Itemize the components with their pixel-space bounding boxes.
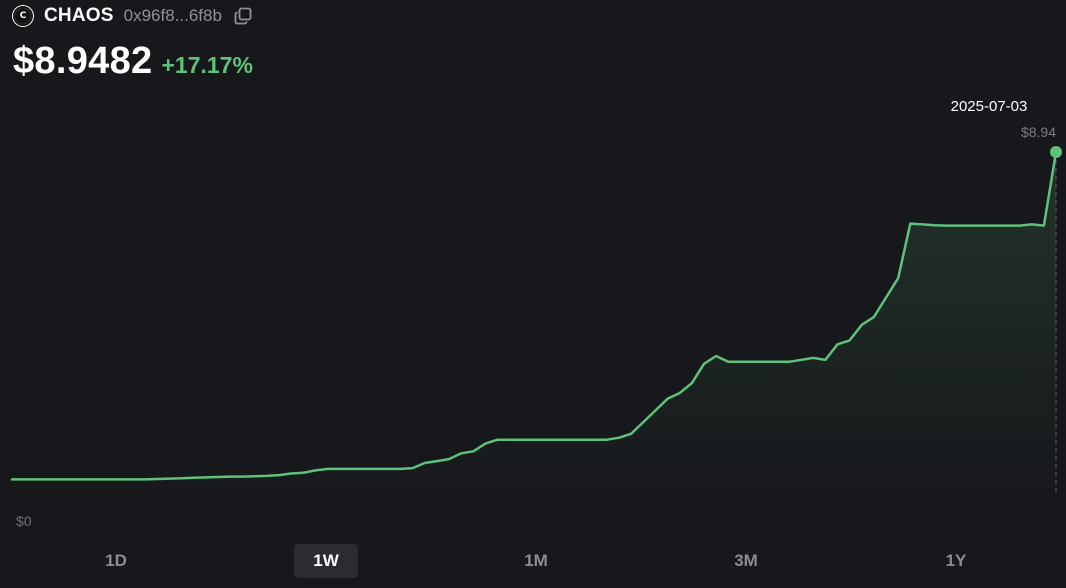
- tooltip-price: $8.94: [1021, 124, 1056, 140]
- y-axis-min-label: $0: [16, 513, 32, 529]
- tooltip-date: 2025-07-03: [951, 98, 1028, 115]
- highlight-point: [1050, 146, 1062, 158]
- range-button-1w[interactable]: 1W: [294, 544, 358, 578]
- price-chart[interactable]: 2025-07-03 $8.94 $0: [0, 0, 1066, 540]
- range-button-1m[interactable]: 1M: [508, 544, 564, 578]
- range-button-1d[interactable]: 1D: [88, 544, 144, 578]
- time-range-selector: 1D 1W 1M 3M 1Y: [0, 544, 1066, 578]
- range-button-1y[interactable]: 1Y: [928, 544, 984, 578]
- chart-area-fill: [12, 152, 1056, 500]
- range-button-3m[interactable]: 3M: [716, 544, 776, 578]
